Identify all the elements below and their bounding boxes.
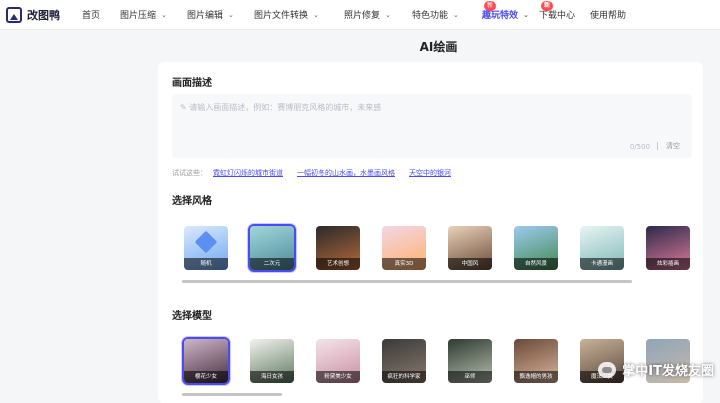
page-title: AI绘画 [419,40,458,54]
prompt-placeholder-text: 请输入画面描述，例如：赛博朋克风格的城市，未来感 [189,103,382,112]
style-label: 随机 [184,258,228,270]
model-option[interactable]: 粉黛美少女 [314,337,362,385]
nav-item-label: 首页 [82,11,101,21]
style-label: 真实3D [382,258,426,270]
prompt-textarea[interactable]: ✎ 请输入画面描述，例如：赛博朋克风格的城市，未来感 0/500 清空 [172,94,692,158]
style-option[interactable]: 真实3D [380,224,428,272]
style-option[interactable]: 中国风 [446,224,494,272]
style-label: 二次元 [250,258,294,270]
prompt-placeholder: ✎ 请输入画面描述，例如：赛博朋克风格的城市，未来感 [180,103,382,112]
nav-item-label: 图片文件转换 [254,11,309,21]
clear-button[interactable]: 清空 [666,141,680,151]
nav-item[interactable]: 图片压缩 ⌄ [120,0,187,30]
style-option[interactable]: 自然风景 [512,224,560,272]
example-prompts: 试试这些： 霓虹灯闪烁的城市街道 一幅初冬的山水画，水墨画风格 天空中的银河 [172,168,465,178]
watermark: 掌中IT发烧友圈 [598,360,714,379]
model-label: 樱花少女 [184,371,228,383]
chevron-down-icon: ⌄ [385,10,391,19]
style-option[interactable]: 艺术创想 [314,224,362,272]
model-option[interactable]: 巫师 [446,337,494,385]
style-option[interactable]: 随机 [182,224,230,272]
model-label: 海日女孩 [250,371,294,383]
chevron-down-icon: ⌄ [453,10,459,19]
style-scrollbar[interactable] [182,280,632,283]
model-option[interactable]: 海日女孩 [248,337,296,385]
brand-name: 改图鸭 [27,8,60,22]
brand-logo[interactable]: 改图鸭 [6,6,82,23]
example-link[interactable]: 天空中的银河 [409,168,451,178]
model-option[interactable]: 飘逸帽的男孩 [512,337,560,385]
nav-item-label: 使用帮助 [590,11,627,21]
style-option[interactable]: 卡通漫画 [578,224,626,272]
nav-item[interactable]: 使用帮助 [590,0,640,30]
model-section-title: 选择模型 [172,311,212,322]
style-label: 卡通漫画 [580,258,624,270]
nav-item[interactable]: 趣玩特效 ⌄ 新 [482,0,553,30]
nav-item[interactable]: 照片修复 ⌄ [344,0,412,30]
nav-menu: 首页 图片压缩 ⌄ 图片编辑 ⌄ 图片文件转换 ⌄ 照片修复 ⌄ 特色功能 ⌄ 新趣玩特效 ⌄ 新下载中心… [82,0,640,30]
style-option[interactable]: 二次元 [248,224,296,272]
model-label: 巫师 [448,371,492,383]
model-label: 飘逸帽的男孩 [514,371,558,383]
nav-item[interactable]: 图片文件转换 ⌄ [254,0,344,30]
model-option[interactable]: 疯狂的科学家 [380,337,428,385]
nav-item-label: 图片编辑 [187,11,224,21]
style-list: 随机 二次元 艺术创想 真实3D 中国风 自然风景 卡通漫画 炫彩插画 [182,224,710,272]
example-link[interactable]: 霓虹灯闪烁的城市街道 [213,168,283,178]
nav-item[interactable]: 下载中心 [539,0,590,30]
wechat-icon [598,361,617,378]
watermark-text: 掌中IT发烧友圈 [622,364,714,379]
nav-item-label: 照片修复 [344,11,381,21]
style-scroll-thumb[interactable] [182,280,632,283]
nav-item-label: 特色功能 [412,11,449,21]
nav-item-label: 趣玩特效 [482,11,519,21]
char-count: 0/500 [629,143,650,151]
style-option[interactable]: 炫彩插画 [644,224,692,272]
divider [657,142,658,150]
style-label: 中国风 [448,258,492,270]
nav-item[interactable]: 图片编辑 ⌄ [187,0,254,30]
prompt-section-title: 画面描述 [172,78,212,89]
model-label: 疯狂的科学家 [382,371,426,383]
style-section-title: 选择风格 [172,196,212,207]
nav-item-label: 图片压缩 [120,11,157,21]
style-label: 自然风景 [514,258,558,270]
logo-icon [6,6,22,23]
main-panel: 画面描述 ✎ 请输入画面描述，例如：赛博朋克风格的城市，未来感 0/500 清空… [158,62,703,403]
chevron-down-icon: ⌄ [523,10,529,19]
model-scrollbar[interactable] [182,393,282,396]
style-label: 炫彩插画 [646,258,690,270]
example-link[interactable]: 一幅初冬的山水画，水墨画风格 [297,168,395,178]
nav-item-label: 下载中心 [539,11,576,21]
model-label: 粉黛美少女 [316,371,360,383]
chevron-down-icon: ⌄ [228,10,234,19]
style-label: 艺术创想 [316,258,360,270]
chevron-down-icon: ⌄ [313,10,319,19]
nav-item[interactable]: 特色功能 ⌄ 新 [412,0,496,30]
examples-label: 试试这些： [172,169,207,177]
chevron-down-icon: ⌄ [161,10,167,19]
nav-item[interactable]: 首页 [82,0,120,30]
model-option[interactable]: 樱花少女 [182,337,230,385]
top-nav: 改图鸭 首页 图片压缩 ⌄ 图片编辑 ⌄ 图片文件转换 ⌄ 照片修复 ⌄ 特色功能 ⌄ 新趣玩特效 ⌄ 新… [0,0,720,30]
model-scroll-thumb[interactable] [182,393,282,396]
